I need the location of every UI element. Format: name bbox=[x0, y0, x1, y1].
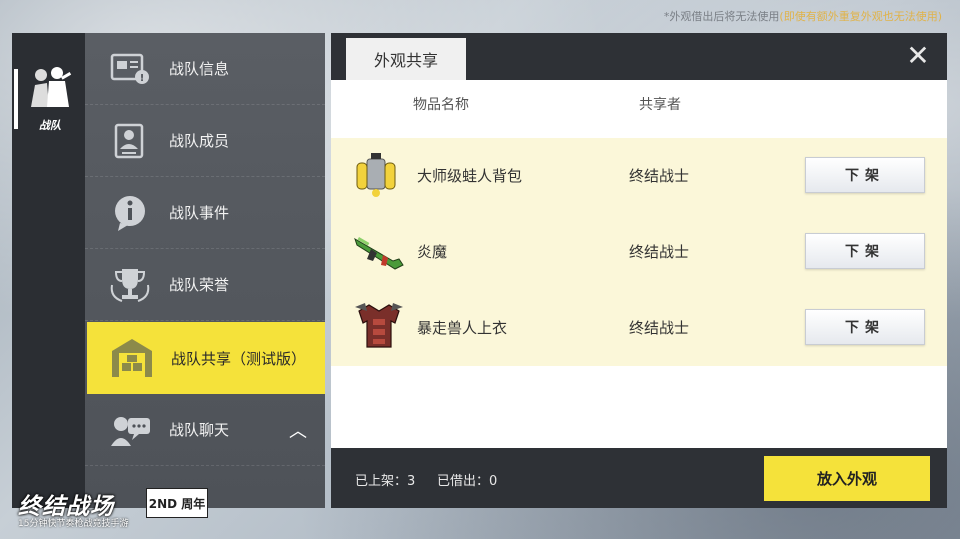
anniversary-badge: 2ND 周年 bbox=[146, 488, 208, 518]
item-name: 大师级蛙人背包 bbox=[417, 166, 523, 185]
column-owner: 共享者 bbox=[639, 97, 681, 113]
warehouse-icon bbox=[109, 335, 155, 381]
rifle-icon bbox=[354, 237, 404, 270]
menu-label: 战队信息 bbox=[169, 60, 230, 78]
table-row: 炎魔 终结战士 下架 bbox=[331, 214, 947, 288]
put-appearance-button[interactable]: 放入外观 bbox=[764, 456, 930, 501]
info-card-icon: ! bbox=[107, 46, 153, 92]
item-owner: 终结战士 bbox=[629, 242, 690, 261]
svg-text:!: ! bbox=[140, 73, 145, 84]
menu-label: 战队荣誉 bbox=[169, 276, 230, 294]
menu-item-team-events[interactable]: 战队事件 bbox=[85, 177, 325, 249]
menu-label: 战队事件 bbox=[169, 204, 230, 222]
member-card-icon bbox=[107, 118, 153, 164]
item-owner: 终结战士 bbox=[629, 318, 690, 337]
chat-icon bbox=[107, 407, 153, 453]
column-item-name: 物品名称 bbox=[413, 97, 469, 113]
share-panel: 外观共享 ✕ 物品名称 共享者 大师级蛙人背包 终结战士 下架 炎魔 终结战士 … bbox=[331, 33, 947, 508]
item-name: 暴走兽人上衣 bbox=[417, 318, 508, 337]
sidebar-item-team[interactable]: 战队 bbox=[26, 63, 74, 153]
menu-label: 战队共享（测试版） bbox=[171, 349, 307, 368]
active-indicator bbox=[14, 69, 18, 129]
table-row: 暴走兽人上衣 终结战士 下架 bbox=[331, 290, 947, 364]
logo-subtitle: 15分钟快节奏枪战竞技手游 bbox=[18, 519, 129, 529]
menu-item-team-honors[interactable]: 战队荣誉 bbox=[85, 249, 325, 321]
info-bubble-icon bbox=[107, 190, 153, 236]
trophy-icon bbox=[107, 262, 153, 308]
notice-paren-text: (即使有额外重复外观也无法使用) bbox=[779, 10, 942, 23]
close-icon[interactable]: ✕ bbox=[903, 41, 933, 71]
table-row: 大师级蛙人背包 终结战士 下架 bbox=[331, 138, 947, 212]
item-owner: 终结战士 bbox=[629, 166, 690, 185]
menu-item-team-chat[interactable]: 战队聊天 ︿ bbox=[85, 394, 325, 466]
borrowed-count: 已借出：0 bbox=[437, 474, 498, 489]
shared-items-list: 大师级蛙人背包 终结战士 下架 炎魔 终结战士 下架 暴走兽人上衣 终结战士 下… bbox=[331, 138, 947, 366]
tab-appearance-share[interactable]: 外观共享 bbox=[346, 38, 466, 80]
item-name: 炎魔 bbox=[417, 242, 448, 261]
table-header: 物品名称 共享者 bbox=[331, 80, 947, 138]
menu-item-team-info[interactable]: ! 战队信息 bbox=[85, 33, 325, 105]
panel-header: 外观共享 ✕ bbox=[331, 33, 947, 80]
chevron-up-icon[interactable]: ︿ bbox=[289, 417, 307, 443]
category-sidebar: 战队 bbox=[12, 33, 85, 508]
game-logo: 终结战场 2ND 周年 15分钟快节奏枪战竞技手游 bbox=[18, 487, 218, 532]
borrow-notice: *外观借出后将无法使用(即使有额外重复外观也无法使用) bbox=[664, 8, 942, 24]
unlist-button[interactable]: 下架 bbox=[805, 157, 925, 193]
unlist-button[interactable]: 下架 bbox=[805, 309, 925, 345]
panel-footer: 已上架：3 已借出：0 放入外观 bbox=[331, 448, 947, 508]
listed-count: 已上架：3 bbox=[355, 474, 416, 489]
menu-label: 战队成员 bbox=[169, 132, 230, 150]
notice-main-text: *外观借出后将无法使用 bbox=[663, 10, 780, 23]
armor-icon bbox=[355, 303, 403, 348]
menu-label: 战队聊天 bbox=[169, 421, 230, 439]
menu-item-team-members[interactable]: 战队成员 bbox=[85, 105, 325, 177]
unlist-button[interactable]: 下架 bbox=[805, 233, 925, 269]
menu-item-team-share[interactable]: 战队共享（测试版） bbox=[87, 322, 325, 394]
team-menu: ! 战队信息 战队成员 战队事件 战队荣誉 战队共享（测试版） 战队聊天 ︿ bbox=[85, 33, 325, 508]
team-icon bbox=[31, 67, 72, 107]
sidebar-team-label: 战队 bbox=[39, 119, 61, 132]
backpack-icon bbox=[356, 153, 396, 197]
